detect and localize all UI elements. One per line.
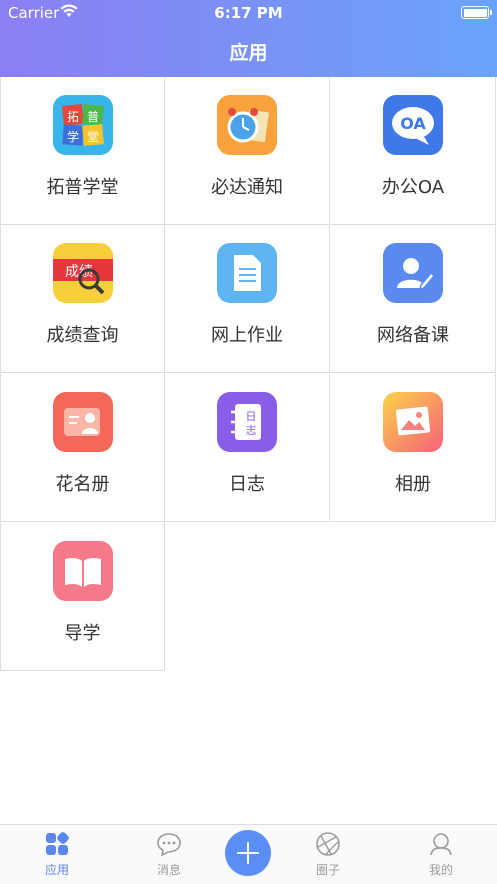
tab-me[interactable]: 我的 [391, 825, 491, 884]
app-tile-grades[interactable]: 成绩 成绩查询 [0, 225, 165, 373]
aperture-icon [316, 832, 340, 856]
tab-apps[interactable]: 应用 [7, 825, 107, 884]
app-label: 办公OA [381, 177, 445, 198]
svg-text:OA: OA [400, 114, 426, 133]
person-icon [430, 833, 452, 856]
app-label: 日志 [229, 474, 265, 495]
grade-search-icon: 成绩 [53, 243, 113, 303]
tab-bar: 应用 消息 圈子 我的 [0, 824, 497, 884]
app-label: 网络备课 [377, 325, 449, 346]
tab-messages[interactable]: 消息 [119, 825, 219, 884]
roster-icon [53, 392, 113, 452]
tab-label: 我的 [428, 863, 453, 877]
app-label: 花名册 [55, 474, 110, 495]
app-tile-roster[interactable]: 花名册 [0, 374, 165, 522]
tab-label: 消息 [156, 863, 181, 877]
app-label: 相册 [395, 474, 431, 495]
tab-label: 圈子 [315, 863, 340, 877]
app-tile-tuopu[interactable]: 拓 普 学 堂 拓普学堂 [0, 77, 165, 225]
apps-grid-icon [46, 832, 69, 855]
app-header: Carrier 6:17 PM 应用 [0, 0, 497, 77]
status-bar: Carrier 6:17 PM [0, 0, 497, 26]
app-tile-notice[interactable]: 必达通知 [165, 77, 330, 225]
svg-text:日: 日 [246, 410, 257, 423]
document-icon [217, 243, 277, 303]
app-label: 必达通知 [211, 177, 283, 198]
app-label: 成绩查询 [46, 325, 119, 346]
alarm-clock-icon [217, 95, 277, 155]
add-button[interactable] [225, 830, 271, 876]
app-tile-prep[interactable]: 网络备课 [331, 225, 496, 373]
app-tile-album[interactable]: 相册 [331, 374, 496, 522]
app-label: 拓普学堂 [46, 177, 119, 198]
app-tile-diary[interactable]: 日 志 日志 [165, 374, 330, 522]
chat-bubble-icon [157, 833, 181, 857]
app-tile-guide[interactable]: 导学 [0, 523, 165, 671]
app-tile-homework[interactable]: 网上作业 [165, 225, 330, 373]
photo-album-icon [383, 392, 443, 452]
tuopu-logo-icon: 拓 普 学 堂 [53, 95, 113, 155]
clock: 6:17 PM [214, 4, 283, 22]
svg-text:拓: 拓 [67, 110, 79, 124]
oa-bubble-icon: OA [383, 95, 443, 155]
app-label: 导学 [64, 623, 101, 644]
tab-circle[interactable]: 圈子 [278, 825, 378, 884]
svg-text:学: 学 [67, 129, 79, 144]
user-edit-icon [383, 243, 443, 303]
page-title: 应用 [229, 42, 268, 64]
svg-text:志: 志 [246, 424, 257, 437]
diary-icon: 日 志 [217, 392, 277, 452]
battery-icon [461, 6, 492, 19]
app-tile-oa[interactable]: OA 办公OA [331, 77, 496, 225]
app-label: 网上作业 [211, 325, 283, 346]
svg-text:普: 普 [87, 110, 99, 124]
svg-text:堂: 堂 [87, 130, 99, 144]
tab-label: 应用 [44, 863, 69, 877]
open-book-icon [53, 541, 113, 601]
